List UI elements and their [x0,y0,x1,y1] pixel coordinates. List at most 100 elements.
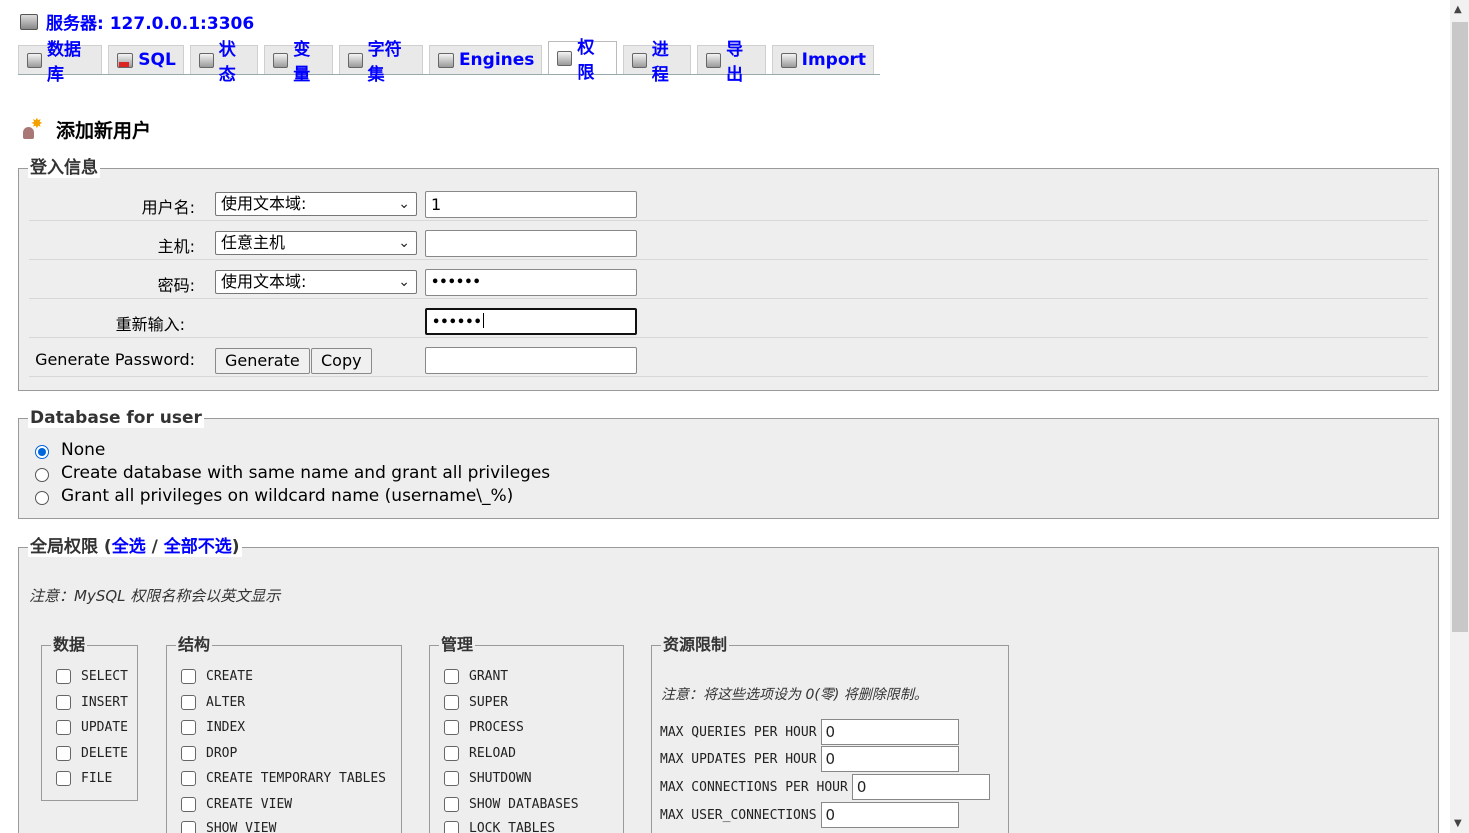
checkbox[interactable] [56,669,71,684]
checkbox[interactable] [444,669,459,684]
checkbox[interactable] [181,695,196,710]
priv-super[interactable]: SUPER [444,695,508,710]
engines-icon [437,52,454,68]
tab-import[interactable]: Import [771,45,875,74]
db-option-create-same-name[interactable]: Create database with same name and grant… [35,463,550,483]
privileges-icon [557,50,573,66]
priv-shutdown[interactable]: SHUTDOWN [444,771,532,786]
priv-select[interactable]: SELECT [56,669,128,684]
priv-create[interactable]: CREATE [181,669,253,684]
tab-databases[interactable]: 数据库 [18,40,103,85]
checkbox[interactable] [181,821,196,833]
tab-sql[interactable]: SQL [108,45,184,74]
scroll-down-icon[interactable]: ▼ [1454,818,1462,829]
server-title[interactable]: 服务器: 127.0.0.1:3306 [46,9,254,34]
tab-engines[interactable]: Engines [428,45,543,74]
chevron-down-icon: ⌄ [398,274,410,290]
server-breadcrumb[interactable]: 服务器: 127.0.0.1:3306 [20,9,254,34]
data-group-legend: 数据 [51,635,88,654]
global-privileges-legend: 全局权限 (全选 / 全部不选) [28,537,242,557]
password-type-select[interactable]: 使用文本域: ⌄ [215,270,417,294]
priv-lock-tables[interactable]: LOCK TABLES [444,821,555,833]
checkbox[interactable] [444,821,459,833]
priv-reload[interactable]: RELOAD [444,746,516,761]
scrollbar-thumb[interactable] [1452,22,1468,632]
deselect-all-link[interactable]: 全部不选 [164,537,232,557]
priv-create-view[interactable]: CREATE VIEW [181,797,292,812]
server-icon [20,13,38,30]
host-input[interactable] [425,230,637,257]
tab-privileges[interactable]: 权限 [548,38,617,83]
reenter-password-input[interactable]: •••••• [425,308,637,335]
text-caret [482,313,484,328]
priv-index[interactable]: INDEX [181,720,245,735]
priv-process[interactable]: PROCESS [444,720,524,735]
max-updates-row: MAX UPDATES PER HOUR 0 [660,746,959,772]
max-user-connections-input[interactable]: 0 [820,802,959,828]
process-icon [631,52,647,68]
max-connections-input[interactable]: 0 [851,774,990,800]
db-option-wildcard[interactable]: Grant all privileges on wildcard name (u… [35,486,513,506]
checkbox[interactable] [56,746,71,761]
global-privileges-fieldset: 全局权限 (全选 / 全部不选) 注意：MySQL 权限名称会以英文显示 数据 … [18,537,1439,833]
checkbox[interactable] [181,746,196,761]
database-icon [27,52,42,68]
login-info-fieldset: 登入信息 用户名: 使用文本域: ⌄ 1 主机: 任意主机 ⌄ 密码: 使用文本域:… [18,158,1439,391]
tab-status[interactable]: 状态 [189,40,259,85]
priv-create-temporary-tables[interactable]: CREATE TEMPORARY TABLES [181,771,386,786]
generated-password-input[interactable] [425,347,637,374]
checkbox[interactable] [56,720,71,735]
username-input[interactable]: 1 [425,191,637,218]
tab-variables[interactable]: 变量 [264,40,333,85]
database-for-user-fieldset: Database for user None Create database w… [18,408,1439,519]
username-row: 用户名: 使用文本域: ⌄ 1 [29,183,1428,221]
priv-drop[interactable]: DROP [181,746,237,761]
db-option-none[interactable]: None [35,440,105,460]
radio-create-same-name[interactable] [35,468,49,482]
select-all-link[interactable]: 全选 [112,537,146,557]
checkbox[interactable] [56,695,71,710]
checkbox[interactable] [181,720,196,735]
checkbox[interactable] [444,771,459,786]
max-updates-input[interactable]: 0 [820,746,959,772]
username-type-select[interactable]: 使用文本域: ⌄ [215,192,417,216]
tab-export[interactable]: 导出 [697,40,766,85]
checkbox[interactable] [444,797,459,812]
checkbox[interactable] [56,771,71,786]
export-icon [706,52,722,68]
host-type-select[interactable]: 任意主机 ⌄ [215,231,417,255]
sql-icon [117,52,134,68]
priv-show-view[interactable]: SHOW VIEW [181,821,276,833]
checkbox[interactable] [181,797,196,812]
tab-processes[interactable]: 进程 [622,40,692,85]
priv-update[interactable]: UPDATE [56,720,128,735]
checkbox[interactable] [444,746,459,761]
priv-alter[interactable]: ALTER [181,695,245,710]
tab-charsets[interactable]: 字符集 [338,40,423,85]
resource-group-legend: 资源限制 [661,635,730,654]
password-input[interactable]: •••••• [425,269,637,296]
scroll-up-icon[interactable]: ▲ [1454,4,1462,15]
checkbox[interactable] [444,720,459,735]
priv-show-databases[interactable]: SHOW DATABASES [444,797,579,812]
reenter-label: 重新输入: [115,315,185,334]
checkbox[interactable] [181,669,196,684]
checkbox[interactable] [444,695,459,710]
generate-password-label: Generate Password: [35,350,195,369]
generate-button[interactable]: Generate [215,348,310,374]
vertical-scrollbar[interactable]: ▲ ▼ [1450,0,1469,833]
priv-insert[interactable]: INSERT [56,695,128,710]
data-privileges-group: 数据 SELECT INSERT UPDATE DELETE FILE [41,636,138,801]
checkbox[interactable] [181,771,196,786]
radio-wildcard[interactable] [35,491,49,505]
login-info-legend: 登入信息 [28,158,100,178]
admin-privileges-group: 管理 GRANT SUPER PROCESS RELOAD SHUTDOWN S… [429,636,624,833]
priv-file[interactable]: FILE [56,771,112,786]
priv-grant[interactable]: GRANT [444,669,508,684]
radio-none[interactable] [35,445,49,459]
priv-delete[interactable]: DELETE [56,746,128,761]
copy-button[interactable]: Copy [311,348,372,374]
max-queries-input[interactable]: 0 [820,719,959,745]
username-label: 用户名: [141,198,195,217]
chevron-down-icon: ⌄ [398,235,410,251]
